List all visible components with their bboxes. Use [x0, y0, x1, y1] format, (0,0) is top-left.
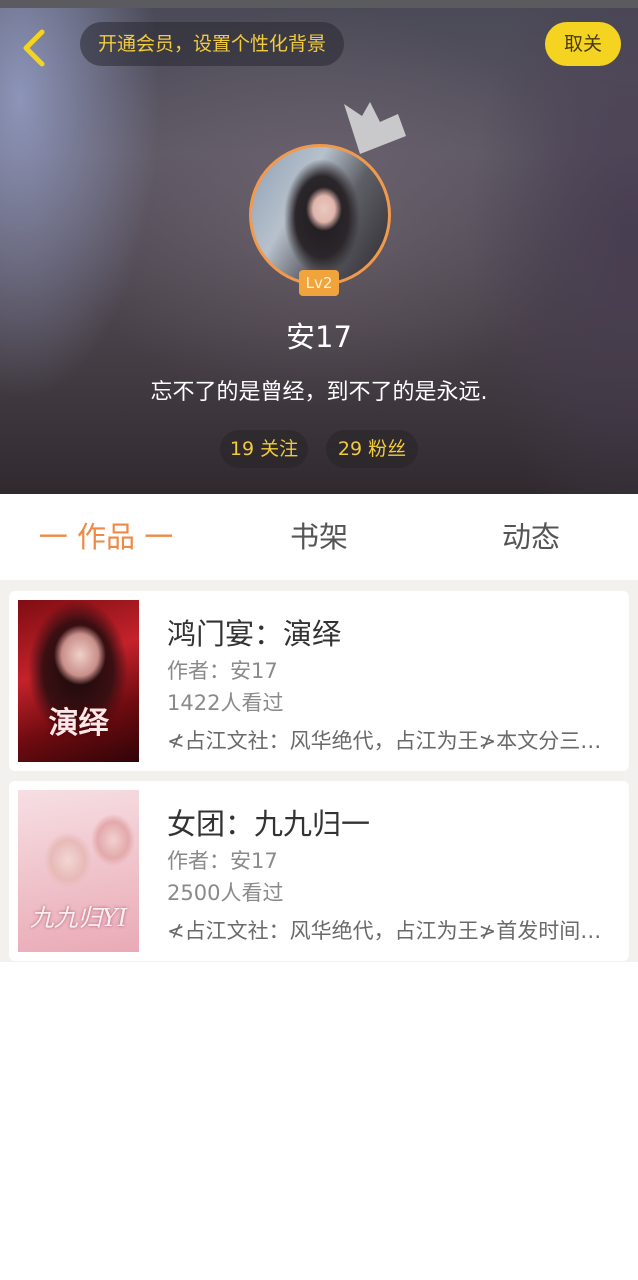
list-item[interactable]: 九九归YI 女团：九九归一 作者：安17 2500人看过 ≮占江文社：风华绝代，…	[9, 781, 629, 961]
book-description: ≮占江文社：风华绝代，占江为王≯本文分三…	[167, 729, 602, 753]
back-button[interactable]	[16, 26, 56, 70]
profile-header: 开通会员，设置个性化背景 取关 Lv2 安17 忘不了的是曾经，到不了的是永远.…	[0, 8, 638, 494]
username: 安17	[286, 320, 352, 354]
status-strip	[0, 0, 638, 8]
unfollow-button[interactable]: 取关	[545, 22, 621, 66]
avatar[interactable]	[249, 144, 391, 286]
book-cover: 演绎	[18, 600, 139, 762]
tab-bookshelf[interactable]: 书架	[256, 494, 382, 580]
book-cover: 九九归YI	[18, 790, 139, 952]
following-count-button[interactable]: 19 关注	[220, 430, 308, 468]
book-author: 作者：安17	[167, 659, 278, 683]
book-title: 鸿门宴：演绎	[167, 617, 342, 651]
level-badge: Lv2	[299, 270, 339, 296]
cover-title: 演绎	[48, 706, 109, 741]
tab-works[interactable]: 一 作品 一	[38, 494, 174, 580]
fans-count-button[interactable]: 29 粉丝	[326, 430, 418, 468]
book-views: 1422人看过	[167, 691, 284, 715]
chevron-left-icon	[23, 29, 45, 67]
book-views: 2500人看过	[167, 881, 284, 905]
book-description: ≮占江文社：风华绝代，占江为王≯首发时间…	[167, 919, 602, 943]
works-list: 演绎 鸿门宴：演绎 作者：安17 1422人看过 ≮占江文社：风华绝代，占江为王…	[0, 580, 638, 962]
profile-tabs: 一 作品 一 书架 动态	[0, 494, 638, 580]
cover-title: 九九归YI	[29, 904, 128, 932]
signature: 忘不了的是曾经，到不了的是永远.	[150, 380, 488, 405]
vip-background-button[interactable]: 开通会员，设置个性化背景	[80, 22, 345, 66]
book-author: 作者：安17	[167, 849, 278, 873]
tab-activity[interactable]: 动态	[468, 494, 594, 580]
list-item[interactable]: 演绎 鸿门宴：演绎 作者：安17 1422人看过 ≮占江文社：风华绝代，占江为王…	[9, 591, 629, 771]
book-title: 女团：九九归一	[167, 807, 371, 841]
